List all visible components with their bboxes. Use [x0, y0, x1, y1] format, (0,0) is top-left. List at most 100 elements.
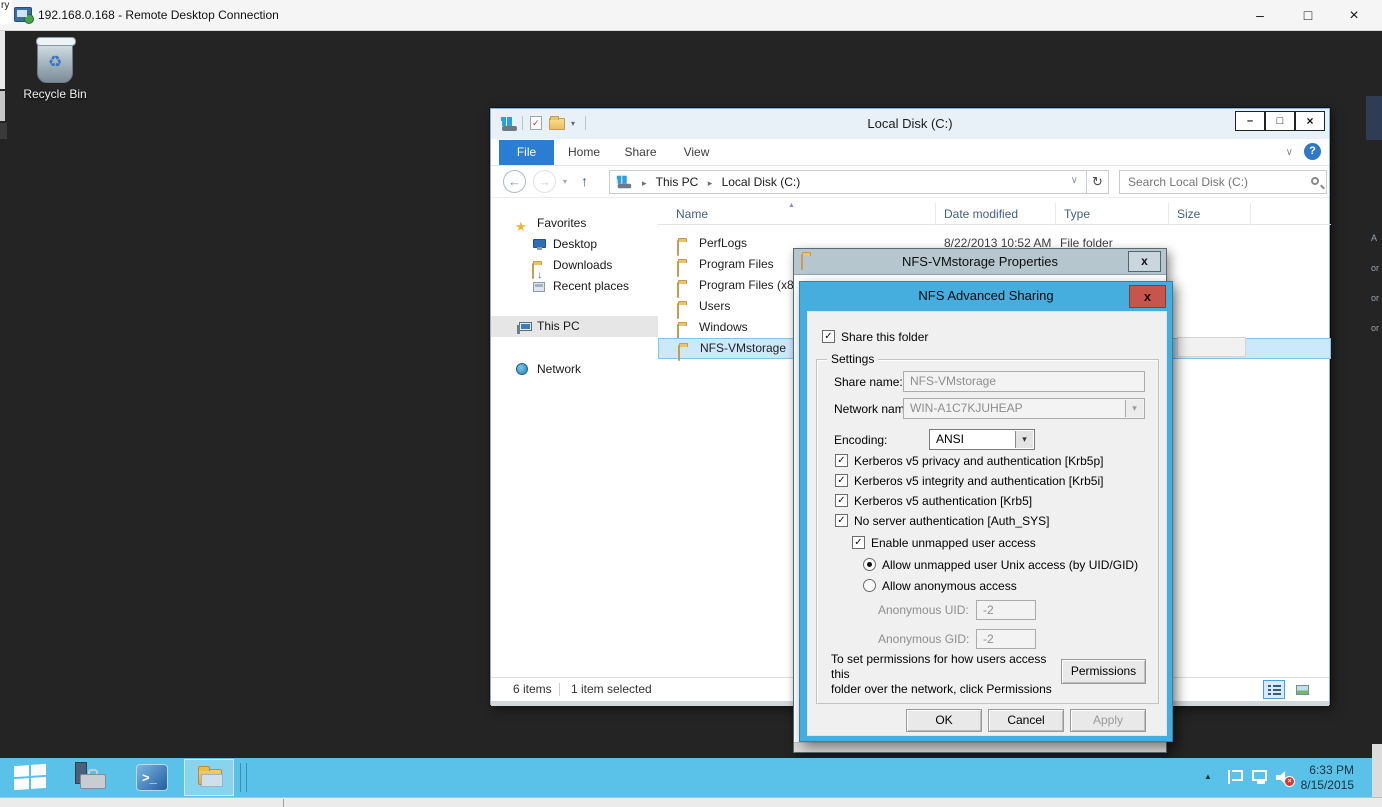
- sidebar-item-favorites[interactable]: ★ Favorites: [491, 213, 658, 234]
- search-icon: [1311, 177, 1319, 185]
- desktop-monitor-icon: [533, 239, 546, 248]
- permissions-button[interactable]: Permissions: [1061, 659, 1146, 684]
- sidebar-item-this-pc[interactable]: This PC: [491, 316, 658, 337]
- clock-date: 8/15/2015: [1284, 778, 1354, 793]
- recycle-bin-shortcut[interactable]: ♻ Recycle Bin: [22, 39, 88, 111]
- background-window-fragment: A or or or: [1371, 223, 1382, 353]
- status-divider: [559, 683, 560, 696]
- file-name: Users: [699, 296, 730, 317]
- address-history-icon[interactable]: ∨: [1071, 175, 1078, 186]
- recent-locations-caret-icon[interactable]: ▾: [563, 177, 567, 186]
- ribbon-collapse-icon[interactable]: ∨: [1286, 147, 1293, 158]
- anonymous-uid-input[interactable]: -2: [976, 600, 1036, 620]
- nfs-close-button[interactable]: x: [1129, 285, 1166, 308]
- anonymous-gid-label: Anonymous GID:: [878, 632, 969, 646]
- taskbar-separator: [246, 763, 247, 792]
- background-window-fragment: [0, 123, 7, 139]
- breadcrumb-this-pc[interactable]: This PC: [656, 175, 699, 189]
- item-count: 6 items: [513, 678, 552, 701]
- help-icon[interactable]: ?: [1304, 143, 1321, 160]
- anonymous-gid-input[interactable]: -2: [976, 629, 1036, 649]
- show-hidden-icons-chevron[interactable]: ▲: [1204, 772, 1212, 781]
- thumbnail-view-button[interactable]: [1291, 680, 1313, 699]
- server-manager-button[interactable]: [72, 762, 108, 792]
- sidebar-item-recent-places[interactable]: Recent places: [491, 276, 658, 297]
- krb5-checkbox[interactable]: ✓: [835, 494, 848, 507]
- start-button[interactable]: [14, 764, 46, 791]
- refresh-button[interactable]: ↻: [1087, 170, 1109, 194]
- rdp-maximize-button[interactable]: □: [1286, 0, 1330, 31]
- dropdown-arrow-icon[interactable]: ▾: [1125, 400, 1143, 417]
- rdp-close-button[interactable]: ×: [1332, 0, 1376, 31]
- breadcrumb-separator-icon: ▸: [702, 178, 719, 188]
- rdp-connection-icon: [14, 7, 32, 22]
- allow-anonymous-label: Allow anonymous access: [882, 579, 1017, 593]
- sidebar-item-downloads[interactable]: ↓ Downloads: [491, 255, 658, 276]
- tab-view[interactable]: View: [673, 140, 720, 165]
- sidebar-label: Downloads: [553, 255, 612, 276]
- address-box[interactable]: ▸ This PC ▸ Local Disk (C:) ∨: [609, 170, 1087, 194]
- permissions-note: To set permissions for how users access …: [831, 652, 1061, 697]
- settings-legend: Settings: [827, 352, 878, 366]
- background-window-fragment: [1366, 96, 1382, 140]
- allow-unix-access-radio[interactable]: [863, 558, 876, 571]
- explorer-maximize-button[interactable]: □: [1265, 111, 1295, 131]
- forward-button[interactable]: →: [533, 170, 556, 193]
- selected-count: 1 item selected: [571, 678, 652, 701]
- taskbar-separator: [240, 763, 241, 792]
- rdp-minimize-button[interactable]: –: [1238, 0, 1282, 31]
- navigation-pane: ★ Favorites Desktop ↓ Downloads Recent p…: [491, 198, 658, 677]
- auth-sys-checkbox[interactable]: ✓: [835, 514, 848, 527]
- taskbar-clock[interactable]: 6:33 PM 8/15/2015: [1284, 763, 1354, 793]
- network-name-combobox[interactable]: WIN-A1C7KJUHEAP ▾: [903, 398, 1145, 419]
- allow-unix-access-label: Allow unmapped user Unix access (by UID/…: [882, 558, 1138, 572]
- apply-button[interactable]: Apply: [1070, 709, 1146, 732]
- explorer-titlebar[interactable]: ▾ Local Disk (C:) – □ ×: [491, 109, 1329, 139]
- tab-share[interactable]: Share: [614, 140, 667, 165]
- dropdown-arrow-icon[interactable]: ▾: [1015, 431, 1033, 448]
- powershell-button[interactable]: >_: [136, 764, 168, 791]
- fragment-text: or: [1371, 323, 1379, 333]
- file-name: Program Files: [699, 254, 774, 275]
- share-this-folder-checkbox[interactable]: ✓: [822, 330, 835, 343]
- enable-unmapped-checkbox[interactable]: ✓: [852, 536, 865, 549]
- file-name: PerfLogs: [699, 233, 747, 254]
- tab-file[interactable]: File: [499, 140, 554, 165]
- fragment-text: or: [1371, 263, 1379, 273]
- up-button[interactable]: ↑: [581, 173, 588, 189]
- file-name: Program Files (x86): [699, 275, 804, 296]
- breadcrumb-local-disk[interactable]: Local Disk (C:): [722, 175, 801, 189]
- properties-close-button[interactable]: x: [1128, 251, 1161, 272]
- krb5i-checkbox[interactable]: ✓: [835, 474, 848, 487]
- ribbon-tab-row: File Home Share View ∨ ?: [491, 139, 1329, 166]
- krb5p-checkbox[interactable]: ✓: [835, 454, 848, 467]
- explorer-minimize-button[interactable]: –: [1235, 111, 1265, 131]
- allow-anonymous-radio[interactable]: [863, 579, 876, 592]
- tab-home[interactable]: Home: [561, 140, 607, 165]
- network-tray-icon[interactable]: [1252, 770, 1267, 781]
- sidebar-label: Recent places: [553, 276, 629, 297]
- back-button[interactable]: ←: [503, 170, 526, 193]
- sidebar-item-desktop[interactable]: Desktop: [491, 234, 658, 255]
- explorer-close-button[interactable]: ×: [1295, 111, 1325, 131]
- ok-button[interactable]: OK: [906, 709, 982, 732]
- cancel-button[interactable]: Cancel: [988, 709, 1064, 732]
- column-header-type[interactable]: Type: [1056, 203, 1169, 225]
- properties-dialog-titlebar[interactable]: NFS-VMstorage Properties x: [794, 249, 1166, 275]
- nfs-dialog-title: NFS Advanced Sharing: [800, 288, 1172, 303]
- column-header-row: Name ▲ Date modified Type Size: [658, 203, 1331, 225]
- sidebar-item-network[interactable]: Network: [491, 359, 658, 380]
- file-name: Windows: [699, 317, 748, 338]
- details-view-button[interactable]: [1263, 680, 1285, 699]
- share-name-input[interactable]: NFS-VMstorage: [903, 371, 1145, 392]
- column-header-size[interactable]: Size: [1169, 203, 1251, 225]
- local-taskbar-divider: [283, 799, 284, 807]
- column-header-date-modified[interactable]: Date modified: [936, 203, 1056, 225]
- action-center-flag-icon[interactable]: [1228, 770, 1238, 784]
- toolbox-icon: [80, 774, 106, 789]
- search-input[interactable]: Search Local Disk (C:): [1119, 170, 1327, 194]
- column-header-name[interactable]: Name ▲: [658, 203, 936, 225]
- file-explorer-taskbar-button[interactable]: [184, 759, 234, 796]
- encoding-combobox[interactable]: ANSI ▾: [929, 429, 1035, 450]
- properties-dialog-bottom-edge: [794, 742, 1166, 752]
